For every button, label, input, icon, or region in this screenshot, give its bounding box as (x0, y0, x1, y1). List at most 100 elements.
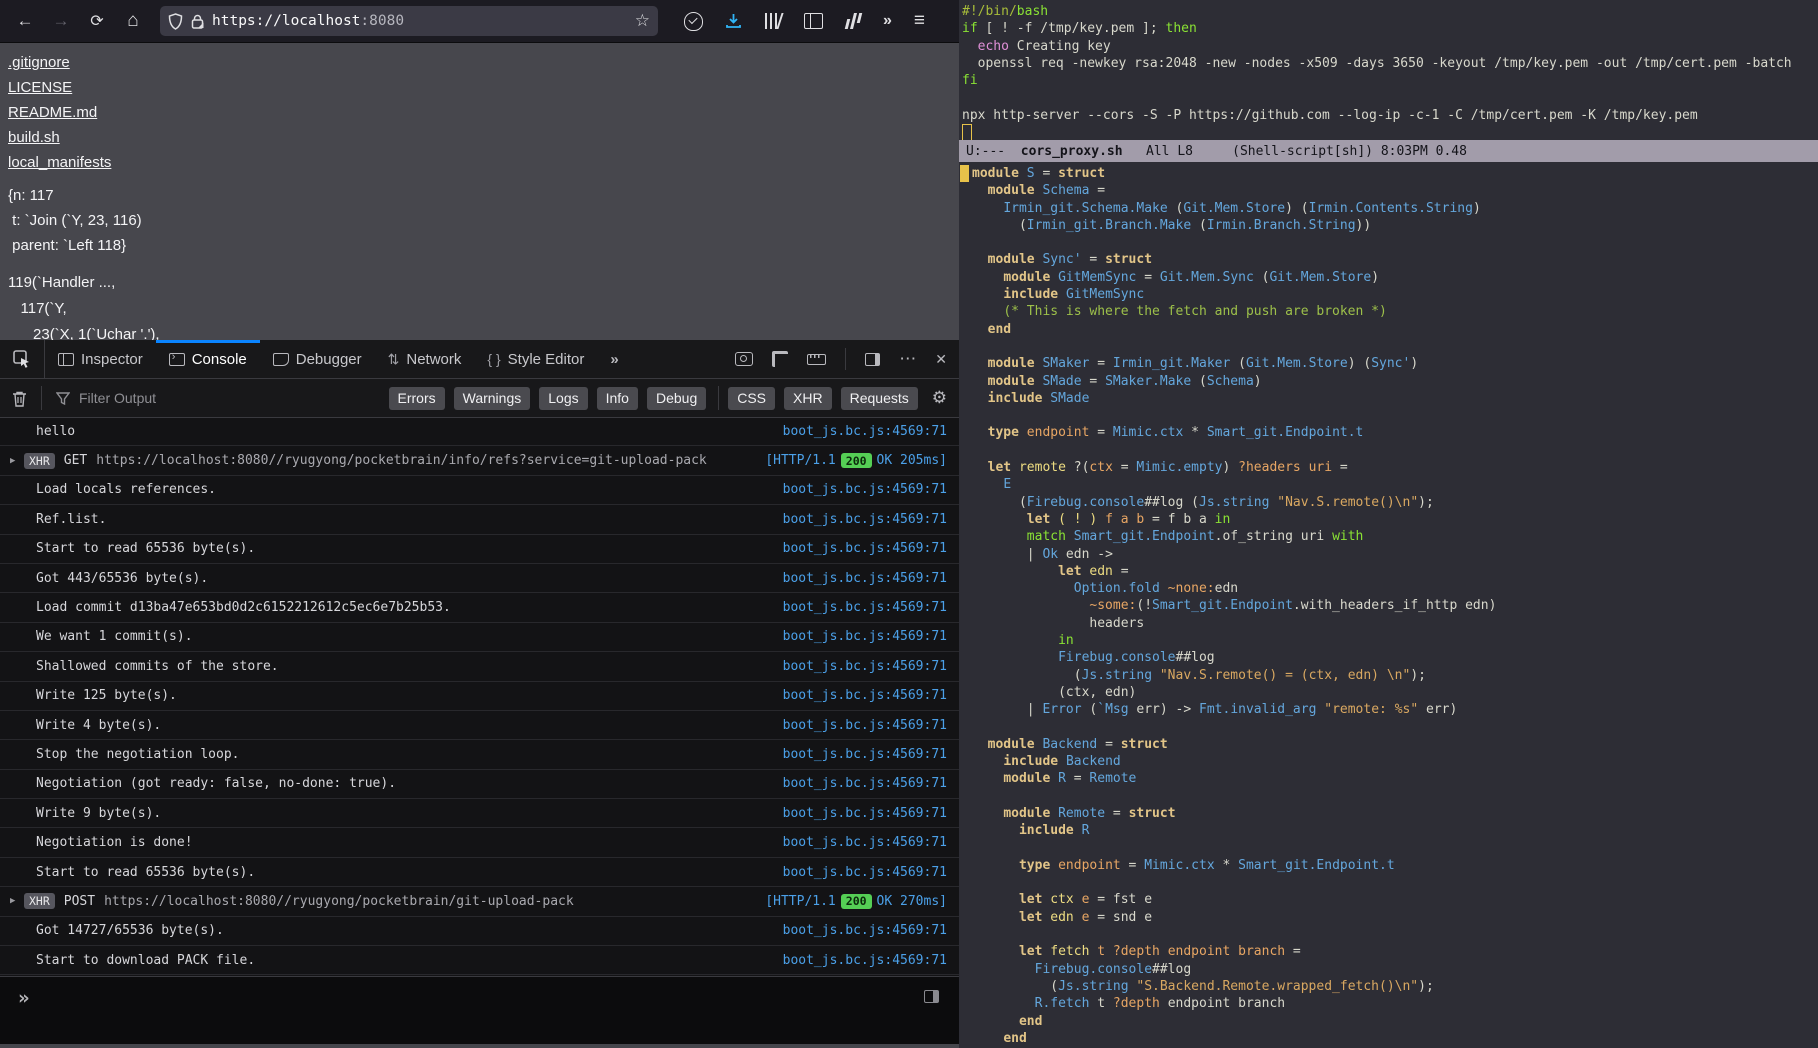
ocaml-code-line: (Irmin_git.Branch.Make (Irmin.Branch.Str… (972, 217, 1818, 234)
devtools-tabs: InspectorConsoleDebugger⇅Network{ }Style… (45, 340, 597, 378)
filter-button-xhr[interactable]: XHR (784, 387, 832, 410)
ocaml-code-line (972, 407, 1818, 424)
filter-button-info[interactable]: Info (597, 387, 638, 410)
expand-twisty-icon[interactable]: ▶ (10, 456, 24, 466)
filter-button-debug[interactable]: Debug (647, 387, 706, 410)
rulers-icon[interactable] (772, 351, 788, 367)
http-method: GET (64, 453, 87, 468)
ocaml-code-line: (Firebug.console##log (Js.string "Nav.S.… (972, 494, 1818, 511)
tab-console[interactable]: Console (156, 340, 260, 378)
type-filter-buttons: CSS XHR Requests (719, 387, 918, 410)
ocaml-code-line: module SMade = SMaker.Make (Schema) (972, 373, 1818, 390)
tracking-shield-icon[interactable] (168, 13, 183, 30)
console-log-row: Got 443/65536 byte(s).boot_js.bc.js:4569… (0, 564, 959, 593)
split-console-icon[interactable] (924, 990, 939, 1003)
pocket-icon[interactable] (684, 12, 703, 31)
filter-button-warnings[interactable]: Warnings (454, 387, 531, 410)
ocaml-code-line (972, 874, 1818, 891)
source-link[interactable]: boot_js.bc.js:4569:71 (771, 659, 947, 674)
source-link[interactable]: boot_js.bc.js:4569:71 (771, 688, 947, 703)
console-log-row: Write 9 byte(s).boot_js.bc.js:4569:71 (0, 799, 959, 828)
source-link[interactable]: boot_js.bc.js:4569:71 (771, 629, 947, 644)
filter-button-requests[interactable]: Requests (841, 387, 918, 410)
filter-button-errors[interactable]: Errors (389, 387, 445, 410)
pick-element-button[interactable] (0, 340, 45, 378)
file-link[interactable]: README.md (8, 100, 111, 125)
tab-network[interactable]: ⇅Network (375, 340, 475, 378)
bash-code-line: #!/bin/bash (962, 3, 1818, 20)
tab-overflow-button[interactable]: » (597, 340, 631, 378)
menu-icon[interactable]: ≡ (914, 10, 925, 32)
filter-button-logs[interactable]: Logs (539, 387, 587, 410)
source-link[interactable]: boot_js.bc.js:4569:71 (771, 835, 947, 850)
ocaml-code-line: in (972, 632, 1818, 649)
file-link[interactable]: local_manifests (8, 150, 111, 175)
source-link[interactable]: boot_js.bc.js:4569:71 (771, 718, 947, 733)
file-link[interactable]: .gitignore (8, 50, 111, 75)
back-button[interactable]: ← (10, 7, 40, 35)
download-icon[interactable] (725, 13, 742, 30)
xhr-badge: XHR (24, 453, 55, 469)
source-link[interactable]: boot_js.bc.js:4569:71 (771, 923, 947, 938)
url-bar[interactable]: https://localhost:8080 ☆ (160, 6, 658, 36)
source-link[interactable]: boot_js.bc.js:4569:71 (771, 806, 947, 821)
console-icon (169, 353, 185, 366)
source-link[interactable]: boot_js.bc.js:4569:71 (771, 512, 947, 527)
file-link[interactable]: build.sh (8, 125, 111, 150)
ocaml-code-line (972, 442, 1818, 459)
source-link[interactable]: boot_js.bc.js:4569:71 (771, 747, 947, 762)
expand-twisty-icon[interactable]: ▶ (10, 896, 24, 906)
level-filter-buttons: Errors Warnings Logs Info Debug (380, 387, 707, 410)
request-url[interactable]: https://localhost:8080//ryugyong/pocketb… (104, 894, 574, 909)
meatball-menu-icon[interactable]: ⋯ (899, 349, 916, 369)
console-prompt[interactable]: » (0, 976, 959, 1048)
lock-icon[interactable] (191, 14, 204, 29)
library-icon[interactable] (764, 13, 782, 29)
source-link[interactable]: boot_js.bc.js:4569:71 (771, 424, 947, 439)
ocaml-buffer[interactable]: module S = struct module Schema = Irmin_… (959, 165, 1818, 1048)
source-link[interactable]: boot_js.bc.js:4569:71 (771, 600, 947, 615)
sidebar-icon[interactable] (804, 13, 823, 29)
toolbar-overflow-icon[interactable]: » (883, 12, 892, 30)
home-button[interactable]: ⌂ (118, 7, 148, 35)
log-message: Load commit d13ba47e653bd0d2c6152212612c… (36, 600, 451, 615)
console-messages: helloboot_js.bc.js:4569:71▶XHRGEThttps:/… (0, 417, 959, 976)
clear-console-icon[interactable] (12, 390, 27, 407)
log-message: Stop the negotiation loop. (36, 747, 240, 762)
bookmark-star-icon[interactable]: ☆ (635, 11, 650, 31)
console-log-row: Start to read 65536 byte(s).boot_js.bc.j… (0, 858, 959, 887)
tab-debugger[interactable]: Debugger (260, 340, 375, 378)
tab-inspector[interactable]: Inspector (45, 340, 156, 378)
source-link[interactable]: boot_js.bc.js:4569:71 (771, 482, 947, 497)
browser-toolbar: ← → ⟳ ⌂ https://localhost:8080 ☆ (0, 0, 959, 43)
source-link[interactable]: boot_js.bc.js:4569:71 (771, 541, 947, 556)
reload-button[interactable]: ⟳ (82, 7, 112, 35)
http-timing: OK 270ms] (877, 894, 947, 909)
measure-icon[interactable] (807, 354, 826, 365)
screenshot-icon[interactable] (735, 352, 753, 366)
tab-style-editor[interactable]: { }Style Editor (474, 340, 597, 378)
source-link[interactable]: boot_js.bc.js:4569:71 (771, 865, 947, 880)
filter-button-css[interactable]: CSS (728, 387, 775, 410)
close-devtools-icon[interactable]: ✕ (935, 351, 947, 368)
forward-button[interactable]: → (46, 7, 76, 35)
console-settings-gear-icon[interactable]: ⚙ (932, 388, 947, 408)
ocaml-code-line: end (972, 1030, 1818, 1047)
devtools-toolbar-buttons: ⋯ ✕ (735, 340, 959, 378)
dock-icon[interactable] (865, 353, 880, 366)
account-icon[interactable] (845, 13, 861, 29)
console-log-row: Shallowed commits of the store.boot_js.b… (0, 652, 959, 681)
file-link[interactable]: LICENSE (8, 75, 111, 100)
ocaml-code-line (972, 338, 1818, 355)
request-url[interactable]: https://localhost:8080//ryugyong/pocketb… (96, 453, 706, 468)
filter-output-input[interactable]: Filter Output (41, 386, 380, 410)
source-link[interactable]: boot_js.bc.js:4569:71 (771, 571, 947, 586)
ocaml-code-line (972, 234, 1818, 251)
http-status-group: [HTTP/1.1200OK 270ms] (753, 894, 947, 909)
source-link[interactable]: boot_js.bc.js:4569:71 (771, 776, 947, 791)
source-link[interactable]: boot_js.bc.js:4569:71 (771, 953, 947, 968)
bash-buffer[interactable]: #!/bin/bashif [ ! -f /tmp/key.pem ]; the… (959, 3, 1818, 141)
log-message: Got 14727/65536 byte(s). (36, 923, 224, 938)
ocaml-code-line: (Js.string "S.Backend.Remote.wrapped_fet… (972, 978, 1818, 995)
ocaml-code-line: (* This is where the fetch and push are … (972, 303, 1818, 320)
